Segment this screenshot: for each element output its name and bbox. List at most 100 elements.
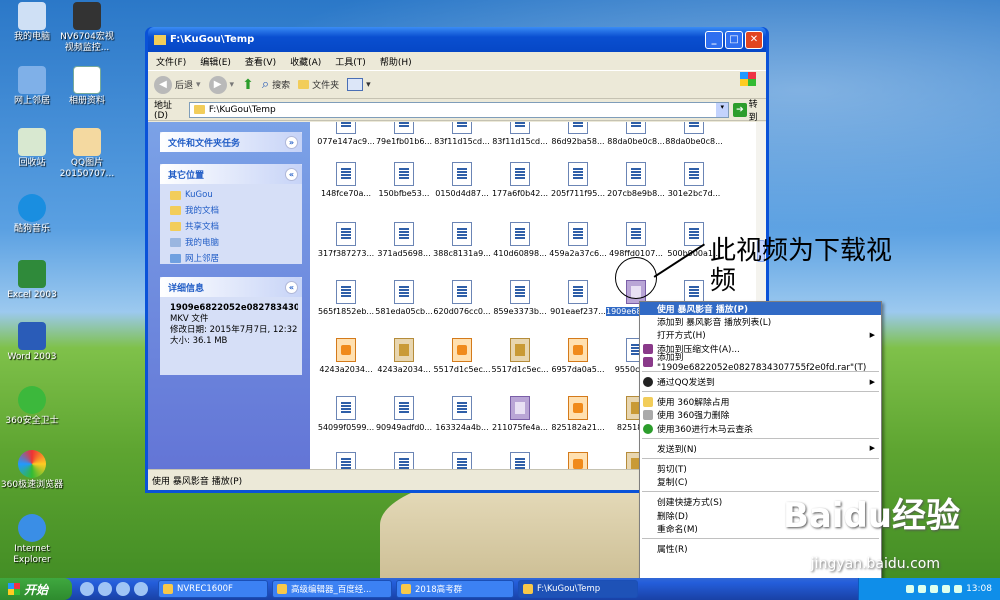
menu-item-open-with[interactable]: 打开方式(H) ▶ <box>640 328 881 342</box>
file-item[interactable]: 83f11d15cd... <box>432 122 492 146</box>
menu-item-360-scan[interactable]: 使用360进行木马云查杀 <box>640 422 881 435</box>
desktop-icon-my-computer[interactable]: 我的电脑 <box>0 2 64 43</box>
forward-button[interactable]: ▶ ▾ <box>208 75 234 94</box>
file-item[interactable]: 388c8131a9... <box>432 222 492 258</box>
file-item[interactable]: 177a6f0b42... <box>490 162 550 198</box>
quicklaunch-icon[interactable] <box>98 582 112 596</box>
menu-item-add-to-rar[interactable]: 添加到 "1909e6822052e0827834307755f2e0fd.ra… <box>640 353 881 373</box>
dropdown-arrow-icon[interactable]: ▾ <box>716 102 729 117</box>
clock[interactable]: 13:08 <box>966 584 992 594</box>
file-item[interactable]: 371ad5698... <box>374 222 434 258</box>
desktop-icon-album[interactable]: 相册资料 <box>56 66 118 107</box>
file-item[interactable]: 459a2a37c6... <box>548 222 608 258</box>
chevron-down-icon[interactable]: » <box>285 135 298 149</box>
menu-favorites[interactable]: 收藏(A) <box>290 55 321 68</box>
tasks-panel-header[interactable]: 文件和文件夹任务» <box>160 132 302 152</box>
file-item[interactable]: 620d076cc0... <box>432 280 492 316</box>
tray-icon[interactable] <box>918 585 927 593</box>
file-item[interactable]: 077e147ac9... <box>316 122 376 146</box>
desktop-icon-360-safe[interactable]: 360安全卫士 <box>0 386 64 427</box>
maximize-button[interactable]: □ <box>725 30 743 49</box>
minimize-button[interactable]: _ <box>705 30 723 49</box>
file-item[interactable] <box>490 452 550 469</box>
file-item[interactable]: 825182a21... <box>548 396 608 432</box>
menu-view[interactable]: 查看(V) <box>245 55 276 68</box>
desktop-icon-recycle-bin[interactable]: 回收站 <box>0 128 64 169</box>
menu-help[interactable]: 帮助(H) <box>380 55 412 68</box>
file-item[interactable]: 54099f0599... <box>316 396 376 432</box>
desktop-icon-excel[interactable]: Excel 2003 <box>0 260 64 301</box>
menu-item-properties[interactable]: 属性(R) <box>640 542 881 555</box>
file-item[interactable] <box>548 452 608 469</box>
file-item[interactable]: 150bfbe53... <box>374 162 434 198</box>
file-item[interactable]: 88da0be0c8... <box>606 122 666 146</box>
menu-item-send-to[interactable]: 发送到(N) ▶ <box>640 442 881 455</box>
menu-tools[interactable]: 工具(T) <box>335 55 366 68</box>
file-item[interactable]: 565f1852eb... <box>316 280 376 316</box>
place-shared-documents[interactable]: 共享文档 <box>160 218 302 234</box>
taskbar-item-explorer[interactable]: F:\KuGou\Temp <box>518 580 638 598</box>
quicklaunch-icon[interactable] <box>134 582 148 596</box>
taskbar-item-nvrec[interactable]: NVREC1600F <box>158 580 268 598</box>
file-item[interactable]: 581eda05cb... <box>374 280 434 316</box>
file-item[interactable]: 83f11d15cd... <box>490 122 550 146</box>
place-my-documents[interactable]: 我的文档 <box>160 202 302 218</box>
desktop-icon-360-browser[interactable]: 360极速浏览器 <box>0 450 64 491</box>
desktop-icon-kugou[interactable]: 酷狗音乐 <box>0 194 64 235</box>
file-item[interactable]: 901eaef237... <box>548 280 608 316</box>
menu-item-360-delete[interactable]: 使用 360强力删除 <box>640 408 881 421</box>
title-bar[interactable]: F:\KuGou\Temp _ □ ✕ <box>148 27 766 52</box>
place-kugou[interactable]: KuGou <box>160 188 302 202</box>
file-item[interactable] <box>316 452 376 469</box>
file-item[interactable]: 205f711f95... <box>548 162 608 198</box>
search-button[interactable]: ⌕ 搜索 <box>262 77 290 92</box>
desktop-icon-qq-image[interactable]: QQ图片20150707... <box>56 128 118 180</box>
taskbar-item-editor[interactable]: 高级编辑器_百度经... <box>272 580 392 598</box>
quicklaunch-icon[interactable] <box>116 582 130 596</box>
file-item[interactable] <box>374 452 434 469</box>
file-item[interactable]: 88da0be0c8... <box>664 122 724 146</box>
file-item[interactable]: 317f387273... <box>316 222 376 258</box>
file-item[interactable]: 301e2bc7d... <box>664 162 724 198</box>
chevron-up-icon[interactable]: « <box>285 167 298 181</box>
menu-edit[interactable]: 编辑(E) <box>200 55 231 68</box>
menu-item-cut[interactable]: 剪切(T) <box>640 462 881 475</box>
view-mode-button[interactable]: ▾ <box>347 78 371 91</box>
menu-item-copy[interactable]: 复制(C) <box>640 475 881 488</box>
file-item[interactable]: 859e3373b... <box>490 280 550 316</box>
address-input[interactable]: F:\KuGou\Temp ▾ <box>188 101 730 118</box>
details-header[interactable]: 详细信息 « <box>160 277 302 297</box>
desktop-icon-nv6704[interactable]: NV6704宏视视频监控... <box>56 2 118 54</box>
place-my-computer[interactable]: 我的电脑 <box>160 234 302 250</box>
file-item[interactable]: 0150d4d87... <box>432 162 492 198</box>
file-item[interactable]: 410d60898... <box>490 222 550 258</box>
menu-item-360-unlock[interactable]: 使用 360解除占用 <box>640 395 881 408</box>
back-button[interactable]: ◀ 后退 ▾ <box>154 75 201 94</box>
file-item[interactable]: 6957da0a5... <box>548 338 608 374</box>
menu-item-add-playlist[interactable]: 添加到 暴风影音 播放列表(L) <box>640 315 881 328</box>
file-item[interactable]: 498ffd0107... <box>606 222 666 258</box>
file-item[interactable]: 207cb8e9b8... <box>606 162 666 198</box>
file-item[interactable]: 86d92ba58... <box>548 122 608 146</box>
quicklaunch-icon[interactable] <box>80 582 94 596</box>
other-places-header[interactable]: 其它位置 « <box>160 164 302 184</box>
menu-item-send-qq[interactable]: 通过QQ发送到 ▶ <box>640 375 881 388</box>
file-item[interactable]: 148fce70a... <box>316 162 376 198</box>
close-button[interactable]: ✕ <box>745 30 763 49</box>
menu-file[interactable]: 文件(F) <box>156 55 186 68</box>
file-item[interactable] <box>432 452 492 469</box>
file-item[interactable]: 5517d1c5ec... <box>432 338 492 374</box>
chevron-up-icon[interactable]: « <box>285 280 298 294</box>
tray-icon[interactable] <box>954 585 963 593</box>
tray-icon[interactable] <box>930 585 939 593</box>
file-item[interactable]: 4243a2034... <box>316 338 376 374</box>
file-item[interactable]: 163324a4b... <box>432 396 492 432</box>
file-item[interactable]: 90949adfd0... <box>374 396 434 432</box>
file-item[interactable]: 5517d1c5ec... <box>490 338 550 374</box>
tray-icon[interactable] <box>906 585 915 593</box>
file-item[interactable]: 4243a2034... <box>374 338 434 374</box>
go-button[interactable]: ➔ 转到 <box>733 97 766 123</box>
file-item[interactable]: 79e1fb01b6... <box>374 122 434 146</box>
place-network[interactable]: 网上邻居 <box>160 250 302 266</box>
up-folder-button[interactable]: ⬆ <box>242 77 254 93</box>
